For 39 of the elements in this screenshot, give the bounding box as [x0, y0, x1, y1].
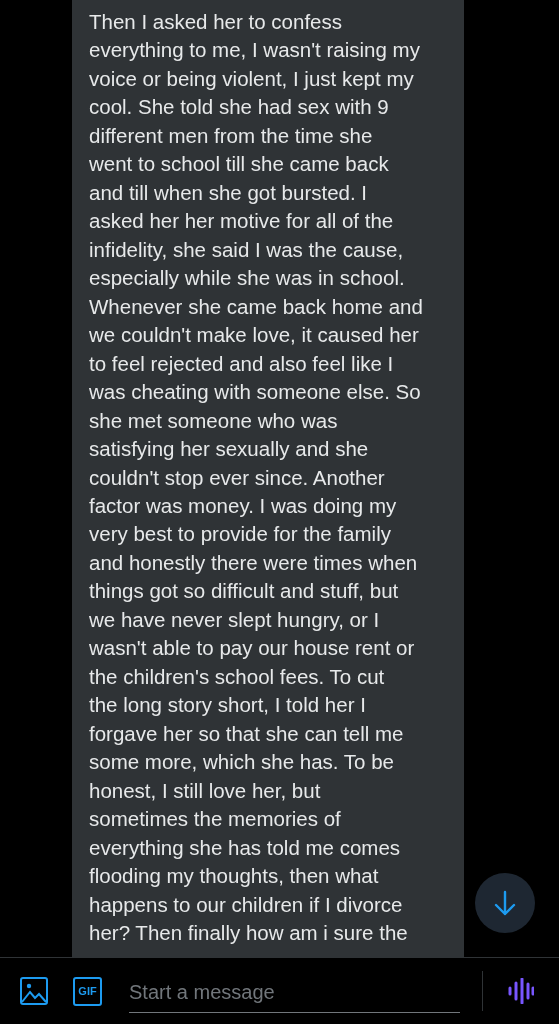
message-line: Then I asked her to confess	[89, 9, 342, 35]
message-line: infidelity, she said I was the cause,	[89, 236, 404, 263]
message-line: her? Then finally how am i sure the	[89, 920, 408, 946]
message-line: the children's school fees. To cut	[89, 663, 385, 690]
message-line: especially while she was in school.	[89, 265, 405, 292]
message-line: everything she has told me comes	[89, 834, 401, 861]
message-line: asked her her motive for all of the	[89, 208, 394, 235]
message-line: and honestly there were times when	[89, 549, 418, 576]
image-icon[interactable]	[19, 976, 49, 1006]
message-line: the long story short, I told her I	[89, 692, 366, 719]
message-line: flooding my thoughts, then what	[89, 863, 379, 890]
message-line: she met someone who was	[89, 407, 338, 434]
message-line: factor was money. I was doing my	[89, 492, 397, 519]
message-line: Whenever she came back home and	[89, 293, 423, 320]
message-line: happens to our children if I divorce	[89, 891, 403, 918]
arrow-down-icon	[493, 890, 517, 916]
message-line: cool. She told she had sex with 9	[89, 94, 389, 121]
message-line: different men from the time she	[89, 122, 373, 149]
message-line: was cheating with someone else. So	[89, 379, 421, 406]
message-line: honest, I still love her, but	[89, 777, 321, 804]
message-line: satisfying her sexually and she	[89, 436, 369, 463]
message-line: we couldn't make love, it caused her	[89, 322, 419, 349]
scroll-down-button[interactable]	[475, 873, 535, 933]
message-line: everything to me, I wasn't raising my	[89, 37, 420, 64]
message-line: very best to provide for the family	[89, 521, 391, 548]
message-line: we have never slept hungry, or I	[89, 606, 380, 633]
message-line: forgave her so that she can tell me	[89, 720, 404, 747]
message-line: couldn't stop ever since. Another	[89, 464, 385, 491]
message-line: to feel rejected and also feel like I	[89, 350, 394, 377]
message-line: some more, which she has. To be	[89, 749, 394, 776]
gif-button[interactable]: GIF	[73, 976, 102, 1006]
message-line: wasn't able to pay our house rent or	[89, 635, 415, 662]
message-line: went to school till she came back	[89, 151, 389, 178]
message-input[interactable]: Start a message	[129, 973, 460, 1013]
message-line: sometimes the memories of	[89, 806, 341, 833]
message-line: things got so difficult and stuff, but	[89, 578, 399, 605]
message-line: and till when she got bursted. I	[89, 179, 368, 206]
voice-icon[interactable]	[508, 978, 534, 1004]
message-line: voice or being violent, I just kept my	[89, 65, 414, 92]
